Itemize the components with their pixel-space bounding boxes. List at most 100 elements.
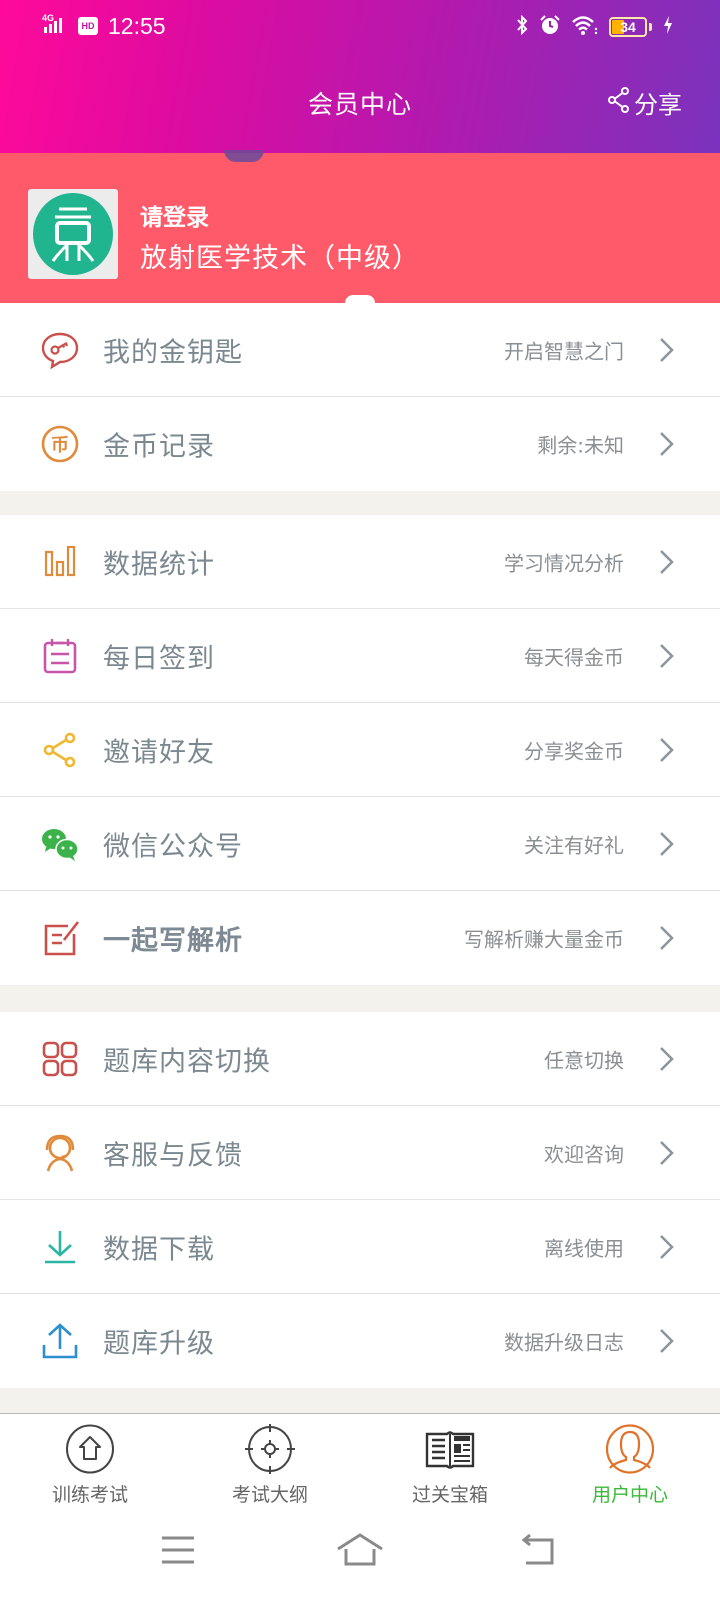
menu-item-data-download[interactable]: 数据下载 离线使用 bbox=[0, 1200, 720, 1294]
chevron-right-icon bbox=[658, 924, 676, 952]
menu-item-customer-service[interactable]: 客服与反馈 欢迎咨询 bbox=[0, 1106, 720, 1200]
alarm-icon bbox=[539, 14, 561, 40]
menu-item-label: 微信公众号 bbox=[103, 831, 243, 862]
news-book-icon bbox=[425, 1424, 475, 1474]
menu-item-label: 数据统计 bbox=[103, 549, 215, 580]
battery-icon: 34 bbox=[609, 17, 647, 37]
share-button[interactable]: 分享 bbox=[607, 85, 682, 120]
menu-group-activities: 数据统计 学习情况分析 每日签到 每天得金币 邀请好友 分享奖金币 微信公众号 bbox=[0, 515, 720, 985]
subject-name: 放射医学技术（中级） bbox=[140, 243, 420, 274]
menu-item-hint: 分享奖金币 bbox=[524, 739, 624, 763]
menu-item-hint: 欢迎咨询 bbox=[544, 1142, 624, 1166]
menu-item-statistics[interactable]: 数据统计 学习情况分析 bbox=[0, 515, 720, 609]
battery-tip bbox=[649, 23, 652, 31]
menu-item-label: 每日签到 bbox=[103, 643, 215, 674]
menu-item-invite-friends[interactable]: 邀请好友 分享奖金币 bbox=[0, 703, 720, 797]
menu-item-switch-bank[interactable]: 题库内容切换 任意切换 bbox=[0, 1012, 720, 1106]
chevron-right-icon bbox=[658, 736, 676, 764]
menu-item-hint: 关注有好礼 bbox=[524, 833, 624, 857]
back-icon bbox=[520, 1533, 556, 1570]
decorative-notch bbox=[224, 150, 264, 162]
chevron-right-icon bbox=[658, 1327, 676, 1355]
menu-item-label: 一起写解析 bbox=[103, 925, 243, 957]
charging-icon bbox=[662, 15, 674, 39]
menu-item-label: 我的金钥匙 bbox=[103, 337, 243, 368]
bar-chart-icon bbox=[40, 542, 80, 582]
wechat-icon bbox=[40, 824, 80, 864]
app-logo-icon bbox=[33, 193, 113, 275]
bluetooth-icon bbox=[515, 14, 529, 39]
chevron-right-icon bbox=[658, 1139, 676, 1167]
network-type: 4G bbox=[42, 13, 54, 23]
clock: 12:55 bbox=[108, 12, 166, 39]
hd-badge: HD bbox=[78, 17, 98, 35]
svg-text:币: 币 bbox=[51, 435, 69, 456]
menu-item-hint: 剩余:未知 bbox=[537, 433, 624, 458]
header: 4G HD 12:55 34 会员中心 分享 bbox=[0, 0, 720, 153]
chevron-right-icon bbox=[658, 642, 676, 670]
menu-item-label: 客服与反馈 bbox=[103, 1140, 243, 1171]
chevron-right-icon bbox=[658, 430, 676, 458]
download-icon bbox=[40, 1227, 80, 1267]
home-circle-icon bbox=[65, 1424, 115, 1474]
target-icon bbox=[245, 1424, 295, 1474]
bottom-tab-bar: 训练考试 考试大纲 过关宝箱 用户中心 bbox=[0, 1413, 720, 1506]
avatar[interactable] bbox=[28, 189, 118, 279]
menu-item-coin-record[interactable]: 币 金币记录 剩余:未知 bbox=[0, 397, 720, 491]
menu-item-hint: 学习情况分析 bbox=[504, 551, 624, 575]
tab-label: 用户中心 bbox=[591, 1484, 668, 1506]
tab-label: 训练考试 bbox=[51, 1484, 128, 1506]
menu-item-wechat-account[interactable]: 微信公众号 关注有好礼 bbox=[0, 797, 720, 891]
chevron-right-icon bbox=[658, 1233, 676, 1261]
title-bar: 会员中心 分享 bbox=[0, 75, 720, 131]
login-prompt[interactable]: 请登录 bbox=[140, 198, 209, 232]
chevron-right-icon bbox=[658, 336, 676, 364]
tab-label: 过关宝箱 bbox=[411, 1484, 488, 1506]
home-button[interactable] bbox=[330, 1527, 390, 1577]
edit-icon bbox=[40, 918, 80, 958]
menu-group-account: 我的金钥匙 开启智慧之门 币 金币记录 剩余:未知 bbox=[0, 303, 720, 491]
menu-icon bbox=[160, 1535, 196, 1569]
share-label: 分享 bbox=[634, 91, 682, 119]
tab-treasure-box[interactable]: 过关宝箱 bbox=[360, 1414, 540, 1506]
menu-item-label: 题库内容切换 bbox=[103, 1046, 271, 1077]
menu-item-hint: 离线使用 bbox=[544, 1236, 624, 1260]
menu-item-label: 金币记录 bbox=[103, 431, 215, 463]
signal-icon: 4G bbox=[42, 12, 72, 40]
wifi-icon bbox=[571, 14, 599, 40]
user-circle-icon bbox=[605, 1424, 655, 1474]
chevron-right-icon bbox=[658, 830, 676, 858]
decorative-notch-bottom bbox=[345, 295, 375, 303]
menu-item-hint: 数据升级日志 bbox=[504, 1330, 624, 1355]
menu-item-bank-upgrade[interactable]: 题库升级 数据升级日志 bbox=[0, 1294, 720, 1388]
battery-level: 34 bbox=[620, 19, 636, 35]
chevron-right-icon bbox=[658, 1045, 676, 1073]
share-icon bbox=[40, 730, 80, 770]
menu-item-write-analysis[interactable]: 一起写解析 写解析赚大量金币 bbox=[0, 891, 720, 985]
tab-user-center[interactable]: 用户中心 bbox=[540, 1414, 720, 1506]
home-icon bbox=[336, 1533, 384, 1571]
chevron-right-icon bbox=[658, 548, 676, 576]
status-bar: 4G HD 12:55 34 bbox=[0, 0, 720, 56]
back-button[interactable] bbox=[508, 1527, 568, 1577]
menu-button[interactable] bbox=[148, 1527, 208, 1577]
customer-service-icon bbox=[40, 1133, 80, 1173]
menu-item-hint: 任意切换 bbox=[544, 1048, 624, 1072]
member-center-screen: 4G HD 12:55 34 会员中心 分享 请登录 放射医学技术（中级） 我的… bbox=[0, 0, 720, 1600]
tab-training-exam[interactable]: 训练考试 bbox=[0, 1414, 180, 1506]
menu-item-golden-key[interactable]: 我的金钥匙 开启智慧之门 bbox=[0, 303, 720, 397]
profile-banner[interactable]: 请登录 放射医学技术（中级） bbox=[0, 150, 720, 303]
coin-icon: 币 bbox=[40, 424, 80, 464]
key-chat-icon bbox=[40, 330, 80, 370]
menu-item-label: 邀请好友 bbox=[103, 737, 215, 768]
menu-item-hint: 开启智慧之门 bbox=[504, 339, 624, 363]
upload-icon bbox=[40, 1321, 80, 1361]
tab-exam-outline[interactable]: 考试大纲 bbox=[180, 1414, 360, 1506]
menu-group-tools: 题库内容切换 任意切换 客服与反馈 欢迎咨询 数据下载 离线使用 题库升级 数据… bbox=[0, 1012, 720, 1388]
tab-label: 考试大纲 bbox=[231, 1484, 308, 1506]
system-nav-bar bbox=[0, 1505, 720, 1600]
share-icon bbox=[607, 86, 631, 119]
hd-text: HD bbox=[81, 21, 95, 31]
menu-item-daily-checkin[interactable]: 每日签到 每天得金币 bbox=[0, 609, 720, 703]
menu-item-label: 题库升级 bbox=[103, 1328, 215, 1360]
